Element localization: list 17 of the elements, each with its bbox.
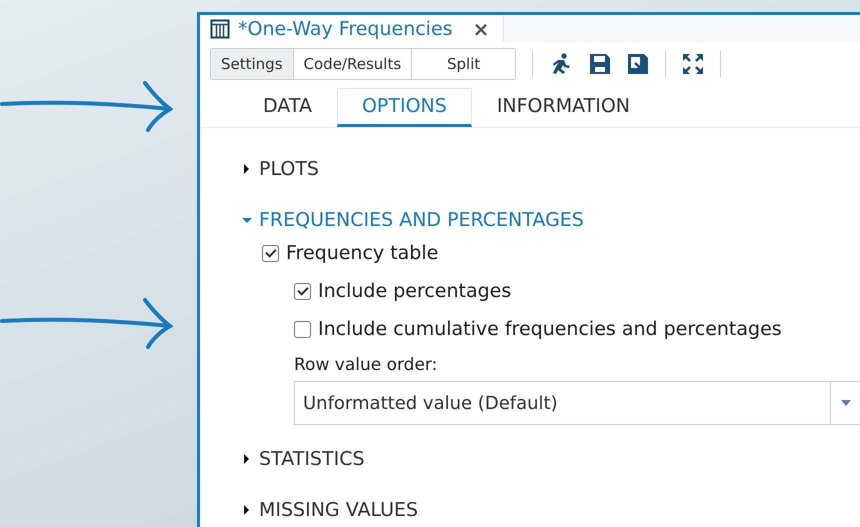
document-tab[interactable]: *One-Way Frequencies ×	[200, 15, 504, 42]
section-header[interactable]: PLOTS	[242, 152, 319, 186]
tab[interactable]: DATA	[238, 88, 337, 127]
tab[interactable]: INFORMATION	[472, 88, 656, 127]
dropdown-label: Row value order:	[294, 355, 438, 375]
checkbox-label: Include percentages	[318, 280, 512, 302]
view-button[interactable]: Split	[411, 49, 516, 79]
dropdown[interactable]: Unformatted value (Default)	[294, 381, 860, 425]
section-header[interactable]: MISSING VALUES	[242, 493, 418, 527]
tab[interactable]: OPTIONS	[336, 88, 472, 127]
section-header[interactable]: STATISTICS	[242, 442, 365, 476]
checkbox-label: Include cumulative frequencies and percentages	[318, 318, 782, 340]
section-header[interactable]: FREQUENCIES AND PERCENTAGES	[242, 203, 584, 237]
document-title: *One-Way Frequencies	[238, 18, 453, 40]
view-button[interactable]: Settings	[211, 49, 293, 79]
close-button[interactable]: ×	[460, 16, 490, 40]
checkbox-label: Frequency table	[286, 242, 438, 264]
